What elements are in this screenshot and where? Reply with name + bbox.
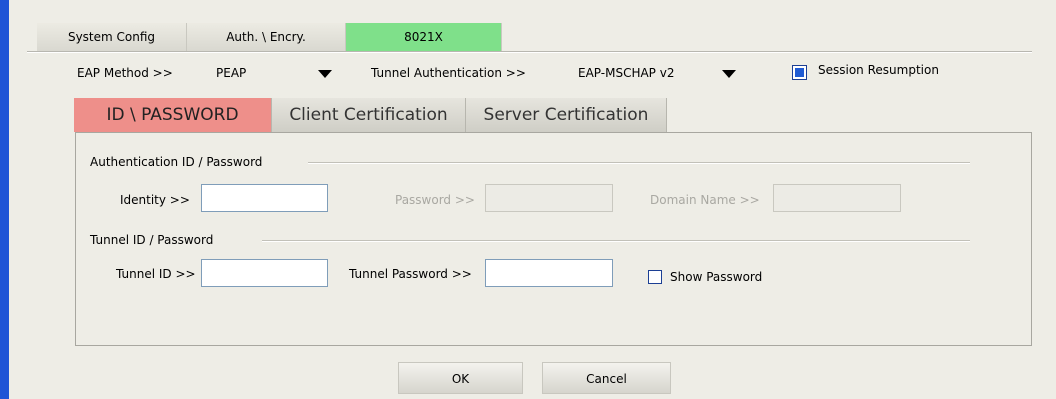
identity-label: Identity >>	[120, 193, 190, 207]
identity-input[interactable]	[202, 185, 327, 211]
window-left-border	[0, 0, 9, 399]
domain-name-label: Domain Name >>	[650, 193, 760, 207]
tunnel-auth-dropdown-icon[interactable]	[722, 70, 736, 78]
tunnel-password-field[interactable]	[485, 259, 613, 287]
tab-auth-encry[interactable]: Auth. \ Encry.	[187, 23, 346, 51]
eap-method-dropdown-icon[interactable]	[318, 70, 332, 78]
ok-button[interactable]: OK	[398, 362, 523, 394]
tab-client-certification[interactable]: Client Certification	[272, 98, 466, 132]
auth-group-title: Authentication ID / Password	[90, 155, 263, 169]
tunnel-id-label: Tunnel ID >>	[116, 267, 196, 281]
tab-server-certification[interactable]: Server Certification	[466, 98, 667, 132]
password-label: Password >>	[395, 193, 475, 207]
tunnel-group-title: Tunnel ID / Password	[90, 233, 214, 247]
tunnel-id-input[interactable]	[202, 260, 327, 286]
tunnel-password-label: Tunnel Password >>	[349, 267, 472, 281]
eap-method-value[interactable]: PEAP	[216, 66, 246, 80]
domain-name-field[interactable]	[773, 184, 901, 212]
tab-system-config[interactable]: System Config	[37, 23, 187, 51]
tab-divider-highlight	[27, 52, 1032, 53]
show-password-checkbox[interactable]	[648, 270, 662, 284]
checkbox-checked-icon	[795, 68, 804, 77]
eap-method-label: EAP Method >>	[77, 66, 173, 80]
auth-group-divider	[308, 162, 970, 164]
session-resumption-label: Session Resumption	[818, 63, 939, 77]
cancel-button[interactable]: Cancel	[542, 362, 671, 394]
session-resumption-checkbox[interactable]	[792, 65, 807, 80]
show-password-label: Show Password	[670, 270, 763, 284]
tab-id-password[interactable]: ID \ PASSWORD	[74, 98, 272, 132]
domain-name-input[interactable]	[774, 185, 900, 211]
password-input[interactable]	[486, 185, 612, 211]
tunnel-auth-label: Tunnel Authentication >>	[371, 66, 526, 80]
tab-8021x[interactable]: 8021X	[346, 23, 502, 51]
tunnel-password-input[interactable]	[486, 260, 612, 286]
tunnel-auth-value[interactable]: EAP-MSCHAP v2	[578, 66, 674, 80]
tunnel-group-divider	[262, 240, 970, 242]
tunnel-id-field[interactable]	[201, 259, 328, 287]
identity-field[interactable]	[201, 184, 328, 212]
password-field[interactable]	[485, 184, 613, 212]
